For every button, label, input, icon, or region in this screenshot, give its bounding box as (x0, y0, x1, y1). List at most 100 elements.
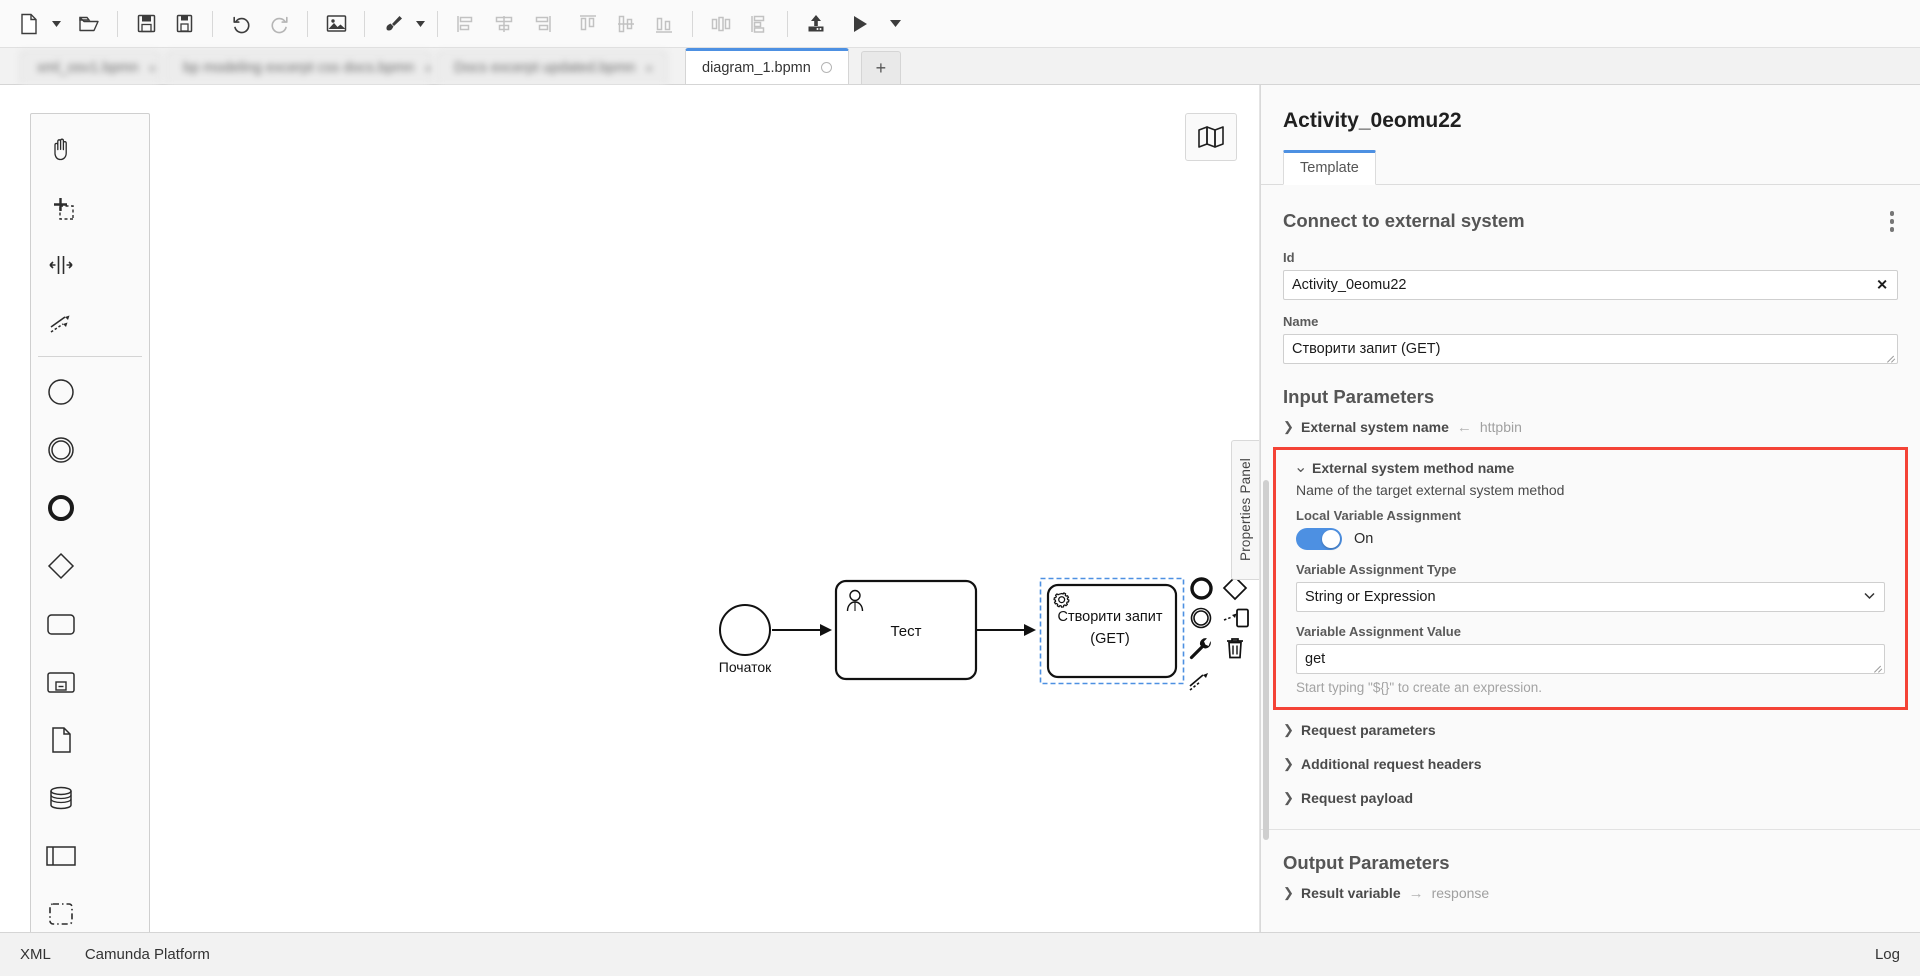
export-image-icon[interactable] (317, 5, 355, 43)
entry-request-payload[interactable]: ❯ Request payload (1261, 781, 1920, 815)
entry-external-system-method-name-label: External system method name (1312, 459, 1515, 476)
file-tab-1-label: xml_osv1.bpmn (37, 60, 139, 76)
undo-icon[interactable] (222, 5, 260, 43)
tab-template[interactable]: Template (1283, 150, 1376, 185)
change-type-wrench-icon[interactable] (1185, 633, 1217, 663)
entry-external-system-name[interactable]: ❯ External system name ← httpbin (1261, 410, 1920, 445)
chevron-down-icon: ⌄ (1294, 458, 1308, 476)
entry-request-payload-label: Request payload (1301, 789, 1414, 806)
file-tab-3[interactable]: Docs excerpt updated.bpmn × (437, 51, 667, 84)
open-file-icon[interactable] (70, 5, 108, 43)
input-parameters-title: Input Parameters (1283, 385, 1435, 407)
append-task-icon[interactable] (1217, 603, 1253, 633)
chevron-right-icon: ❯ (1283, 419, 1294, 434)
file-tab-1-close-icon[interactable]: × (149, 61, 157, 76)
bpmn-canvas[interactable]: Створити запит (GET) Початок Тест Proper… (0, 85, 1260, 932)
distribute-horizontal-icon[interactable] (702, 5, 740, 43)
entry-result-variable-value: response (1431, 885, 1490, 901)
entry-result-variable-label: Result variable (1301, 885, 1401, 901)
id-input[interactable]: Activity_0eomu22 (1283, 269, 1898, 300)
unsaved-indicator-icon[interactable] (820, 62, 832, 73)
bpmn-modeler-window: xml_osv1.bpmn × bp modeling excerpt css … (0, 0, 1920, 976)
delete-trash-icon[interactable] (1217, 633, 1253, 663)
entry-external-system-name-label: External system name (1301, 419, 1449, 435)
service-task-label-line1: Створити запит (1058, 609, 1163, 625)
entry-external-system-method-name[interactable]: ⌄ External system method name (1276, 454, 1905, 480)
new-file-dropdown-caret[interactable] (48, 5, 64, 43)
align-bottom-icon[interactable] (645, 5, 683, 43)
toolbar-divider (212, 10, 213, 37)
align-top-icon[interactable] (569, 5, 607, 43)
variable-assignment-value-text: get (1305, 650, 1326, 667)
template-options-menu-icon[interactable] (1886, 205, 1899, 238)
save-icon[interactable] (127, 5, 165, 43)
append-end-event-icon[interactable] (1185, 573, 1217, 603)
toolbar-divider (307, 10, 308, 37)
editor-body: Створити запит (GET) Початок Тест Proper… (0, 85, 1920, 932)
variable-assignment-value-hint: Start typing "${}" to create an expressi… (1296, 679, 1542, 695)
properties-panel: Activity_0eomu22 Template Connect to ext… (1260, 85, 1920, 932)
output-parameters-title: Output Parameters (1283, 851, 1450, 873)
status-xml-button[interactable]: XML (20, 946, 51, 963)
toolbar-divider (437, 10, 438, 37)
distribute-vertical-icon[interactable] (740, 5, 778, 43)
connect-icon[interactable] (1185, 663, 1217, 693)
status-log-button[interactable]: Log (1875, 946, 1900, 963)
local-variable-assignment-label: Local Variable Assignment (1296, 507, 1461, 523)
start-instance-dropdown-caret[interactable] (887, 5, 903, 43)
arrow-right-icon: → (1408, 884, 1424, 902)
properties-panel-toggle-handle[interactable]: Properties Panel (1231, 440, 1259, 580)
chevron-right-icon: ❯ (1283, 721, 1294, 737)
start-instance-play-icon[interactable] (841, 5, 879, 43)
deploy-icon[interactable] (797, 5, 835, 43)
id-field-label: Id (1283, 249, 1295, 265)
entry-request-parameters[interactable]: ❯ Request parameters (1261, 710, 1920, 747)
start-event-shape (719, 604, 771, 656)
brush-tool-icon[interactable] (374, 5, 412, 43)
entry-result-variable[interactable]: ❯ Result variable → response (1261, 876, 1920, 911)
local-variable-assignment-toggle[interactable] (1296, 527, 1342, 550)
file-tab-2[interactable]: bp modeling excerpt css docs.bpmn × (166, 51, 432, 84)
page-title: Activity_0eomu22 (1283, 109, 1462, 132)
entry-additional-request-headers[interactable]: ❯ Additional request headers (1261, 747, 1920, 781)
id-field-group: Id Activity_0eomu22 ✕ (1261, 242, 1920, 300)
status-engine-label[interactable]: Camunda Platform (85, 946, 210, 963)
align-left-icon[interactable] (447, 5, 485, 43)
status-bar: XML Camunda Platform Log (0, 932, 1920, 976)
save-as-icon[interactable] (165, 5, 203, 43)
toolbar-divider (692, 10, 693, 37)
arrow-left-icon: ← (1456, 418, 1472, 436)
new-file-icon[interactable] (10, 5, 48, 43)
properties-tab-bar: Template (1261, 149, 1920, 185)
name-input[interactable]: Створити запит (GET) (1283, 333, 1898, 364)
toolbar-divider (787, 10, 788, 37)
add-tab-button[interactable]: + (860, 51, 901, 84)
variable-assignment-type-group: Variable Assignment Type String or Expre… (1276, 562, 1905, 612)
service-task-label-line2: (GET) (1090, 631, 1129, 647)
toolbar-divider (364, 10, 365, 37)
entry-external-system-name-value: httpbin (1479, 419, 1522, 435)
highlighted-external-system-method-name-group: ⌄ External system method name Name of th… (1273, 446, 1908, 710)
file-tab-diagram-1[interactable]: diagram_1.bpmn (685, 48, 849, 84)
start-event-label: Початок (719, 659, 772, 675)
main-toolbar (0, 0, 1920, 48)
properties-panel-scrollbar[interactable] (1263, 480, 1269, 840)
align-right-icon[interactable] (523, 5, 561, 43)
id-clear-icon[interactable]: ✕ (1876, 276, 1888, 293)
name-field-label: Name (1283, 313, 1319, 329)
align-center-horizontal-icon[interactable] (485, 5, 523, 43)
brush-tool-dropdown-caret[interactable] (412, 5, 428, 43)
file-tab-bar: xml_osv1.bpmn × bp modeling excerpt css … (0, 48, 1920, 85)
append-intermediate-event-icon[interactable] (1185, 603, 1217, 633)
user-task-label: Тест (890, 623, 921, 640)
file-tab-3-close-icon[interactable]: × (645, 61, 653, 76)
id-input-value: Activity_0eomu22 (1292, 276, 1407, 293)
file-tab-2-close-icon[interactable]: × (424, 61, 432, 76)
chevron-right-icon: ❯ (1283, 789, 1294, 805)
variable-assignment-value-input[interactable]: get (1296, 643, 1885, 674)
variable-assignment-type-select[interactable]: String or Expression (1296, 581, 1885, 612)
file-tab-1[interactable]: xml_osv1.bpmn × (20, 51, 160, 84)
entry-request-parameters-label: Request parameters (1301, 721, 1436, 738)
align-middle-icon[interactable] (607, 5, 645, 43)
redo-icon[interactable] (260, 5, 298, 43)
